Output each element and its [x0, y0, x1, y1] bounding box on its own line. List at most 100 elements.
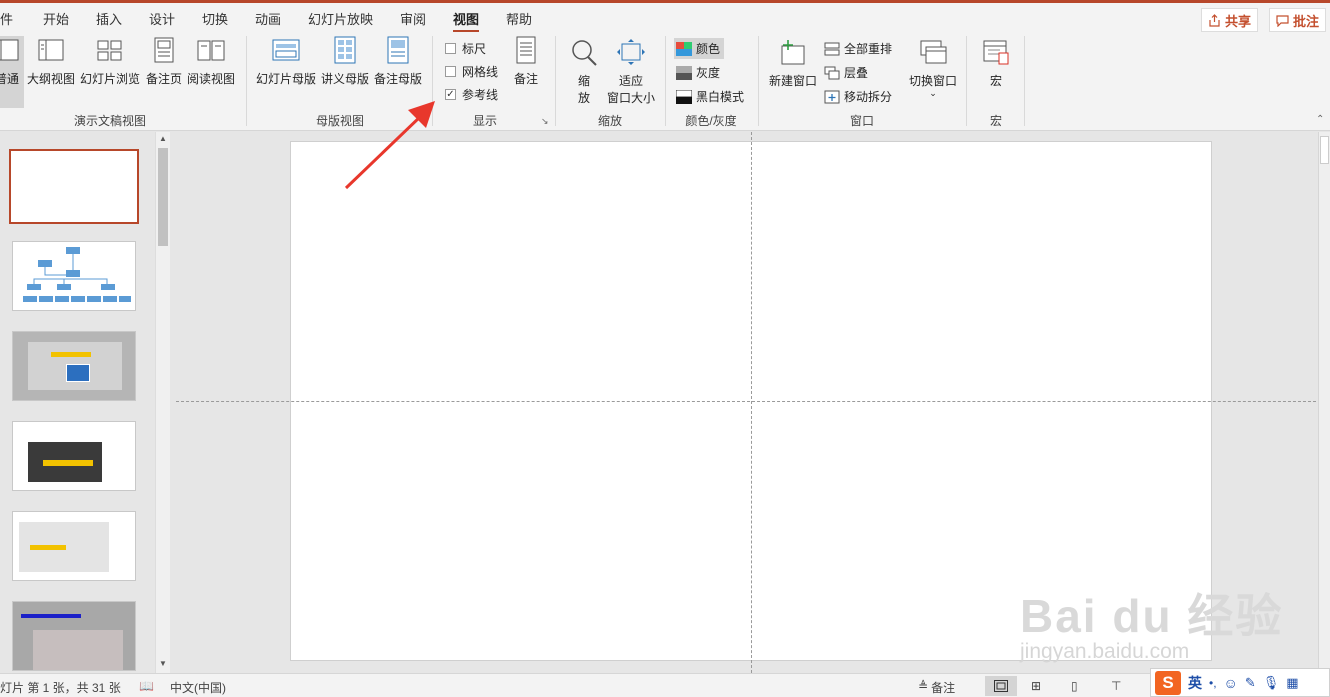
gridlines-checkbox[interactable]: 网格线	[445, 63, 498, 80]
guides-label: 参考线	[462, 88, 499, 102]
slide-thumbnail[interactable]	[12, 601, 136, 671]
new-window-icon	[781, 40, 805, 65]
scroll-down-icon[interactable]: ▼	[159, 659, 167, 668]
fit-to-window-button[interactable]: 适应 窗口大小	[604, 38, 658, 106]
notes-label: 备注	[513, 72, 538, 86]
normal-view-button[interactable]: 普通	[0, 36, 24, 108]
switch-window-button[interactable]: 切换窗口 ⌄	[906, 38, 960, 98]
thumbnail-title-bar	[51, 352, 91, 357]
notes-toggle-label: 备注	[931, 681, 956, 695]
zoom-button[interactable]: 缩 放	[565, 38, 603, 106]
collapse-ribbon-icon[interactable]: ⌃	[1316, 114, 1324, 125]
slide-thumbnail[interactable]	[12, 421, 136, 491]
tab-help[interactable]: 帮助	[506, 9, 532, 28]
group-separator	[555, 36, 556, 126]
pen-icon[interactable]: ✎	[1245, 675, 1256, 691]
slide-counter: 灯片 第 1 张，共 31 张	[0, 681, 121, 695]
guides-checkbox[interactable]: ✓ 参考线	[445, 86, 498, 103]
tab-animations[interactable]: 动画	[255, 9, 281, 28]
slideshow-status-icon[interactable]: ⊤	[1111, 679, 1121, 693]
normal-view-status-icon	[994, 680, 1008, 692]
notes-toggle-button[interactable]: ≜ 备注	[918, 679, 955, 696]
slide-thumbnail[interactable]	[12, 331, 136, 401]
gridlines-checkbox-box[interactable]	[445, 66, 456, 77]
slide-thumbnail[interactable]	[12, 241, 136, 311]
scrollbar-thumb[interactable]	[1320, 136, 1329, 164]
notes-toggle-icon: ≜	[918, 679, 929, 693]
group-separator	[246, 36, 247, 126]
window-group-title: 窗口	[849, 114, 874, 128]
cascade-label: 层叠	[844, 66, 869, 80]
reading-view-button[interactable]: 阅读视图	[186, 36, 236, 87]
ribbon-tabs: 件 开始 插入 设计 切换 动画 幻灯片放映 审阅 视图 帮助 共享 批注	[0, 3, 1330, 33]
tab-file[interactable]: 件	[0, 9, 13, 28]
slide-sorter-label: 幻灯片浏览	[79, 72, 140, 86]
gridlines-label: 网格线	[462, 65, 499, 79]
slide-thumbnail[interactable]	[12, 511, 136, 581]
spelling-check-icon[interactable]: 📖	[139, 679, 154, 693]
thumbnail-picture	[66, 364, 90, 382]
sogou-logo-icon[interactable]: S	[1155, 670, 1181, 695]
cascade-icon	[824, 66, 840, 79]
slide-sorter-button[interactable]: 幻灯片浏览	[79, 36, 141, 87]
tab-insert[interactable]: 插入	[96, 9, 122, 28]
thumbnail-scrollbar[interactable]: ▲ ▼	[155, 132, 170, 673]
notes-page-icon	[154, 37, 174, 63]
macros-button[interactable]: 宏	[978, 38, 1014, 89]
presentation-views-group-title: 演示文稿视图	[73, 114, 146, 128]
comments-button[interactable]: 批注	[1269, 8, 1327, 32]
grayscale-icon	[676, 65, 692, 80]
thumbnail-title-bar	[30, 545, 66, 550]
notes-button[interactable]: 备注	[508, 36, 544, 87]
share-button[interactable]: 共享	[1201, 8, 1259, 32]
move-split-button[interactable]: 移动拆分	[824, 88, 892, 105]
ime-language-toggle[interactable]: 英	[1188, 673, 1202, 693]
horizontal-guide[interactable]	[176, 401, 1316, 402]
slide-thumbnail[interactable]	[9, 149, 139, 224]
tab-view[interactable]: 视图	[453, 9, 480, 33]
toolbox-icon[interactable]: ▦	[1286, 675, 1298, 691]
normal-view-icon	[0, 39, 19, 61]
ime-punctuation-toggle[interactable]: •,	[1209, 676, 1217, 690]
macro-icon	[983, 40, 1009, 65]
tab-slideshow[interactable]: 幻灯片放映	[308, 9, 373, 28]
slide-master-button[interactable]: 幻灯片母版	[256, 36, 316, 87]
dialog-launcher-icon[interactable]: ↘	[541, 116, 549, 127]
outline-view-button[interactable]: 大纲视图	[26, 36, 76, 87]
arrange-all-icon	[824, 42, 840, 55]
ruler-checkbox-box[interactable]	[445, 43, 456, 54]
microphone-icon[interactable]: 🎙	[1263, 675, 1280, 691]
notes-page-button[interactable]: 备注页	[144, 36, 184, 87]
tab-review[interactable]: 审阅	[400, 9, 426, 28]
normal-view-status-button[interactable]	[985, 676, 1017, 696]
comment-icon	[1276, 14, 1289, 27]
tab-transitions[interactable]: 切换	[202, 9, 228, 28]
emoji-icon[interactable]: ☺	[1224, 675, 1238, 691]
watermark-logo-text: Bai du 经验	[1020, 590, 1284, 642]
reading-view-status-icon[interactable]: ▯	[1071, 679, 1078, 693]
new-window-button[interactable]: 新建窗口	[766, 38, 820, 89]
scroll-up-icon[interactable]: ▲	[159, 134, 167, 143]
language-indicator[interactable]: 中文(中国)	[170, 679, 226, 696]
color-button[interactable]: 颜色	[674, 38, 725, 59]
grayscale-button[interactable]: 灰度	[676, 64, 720, 81]
scrollbar-thumb[interactable]	[158, 148, 168, 246]
comments-label: 批注	[1293, 13, 1320, 29]
cascade-button[interactable]: 层叠	[824, 64, 868, 81]
arrange-all-label: 全部重排	[844, 42, 893, 56]
slide-sorter-icon	[97, 40, 122, 61]
macros-label: 宏	[989, 74, 1002, 88]
fit-label-1: 适应	[618, 74, 643, 88]
show-group-title: 显示	[472, 114, 497, 128]
slide-thumbnail-pane	[0, 132, 170, 673]
ruler-checkbox[interactable]: 标尺	[445, 40, 486, 57]
vertical-guide[interactable]	[751, 132, 752, 673]
black-white-label: 黑白模式	[696, 90, 745, 104]
magnifier-icon	[572, 40, 597, 66]
move-split-icon	[824, 90, 840, 103]
tab-design[interactable]: 设计	[149, 9, 175, 28]
slide-sorter-status-icon[interactable]: ⊞	[1031, 679, 1041, 693]
tab-home[interactable]: 开始	[43, 9, 69, 28]
black-white-button[interactable]: 黑白模式	[676, 88, 744, 105]
arrange-all-button[interactable]: 全部重排	[824, 40, 892, 57]
